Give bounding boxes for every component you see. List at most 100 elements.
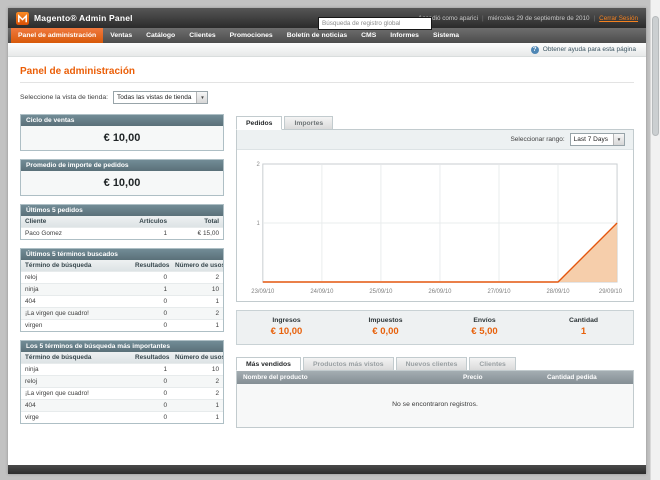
table-cell: 0 — [163, 298, 167, 305]
orders-chart: 1 2 23/09/10 24/09/10 25/09/10 26/09/10 27/09/… — [251, 162, 623, 295]
table-cell: 10 — [211, 366, 219, 373]
table-cell: 1 — [163, 286, 167, 293]
last-orders-table: Cliente Artículos Total Paco Gomez 1 € 15,00 — [21, 216, 223, 239]
help-link[interactable]: ? Obtener ayuda para esta página — [530, 45, 636, 54]
average-order-box: Promedio de importe de pedidos € 10,00 — [20, 159, 224, 196]
footer-bar — [8, 465, 646, 474]
svg-text:23/09/10: 23/09/10 — [251, 289, 275, 295]
svg-text:26/09/10: 26/09/10 — [428, 289, 452, 295]
section-title: Últimos 5 términos buscados — [21, 249, 223, 260]
nav-item-sistema[interactable]: Sistema — [426, 28, 466, 43]
stat-value: € 10,00 — [270, 326, 303, 337]
table-row[interactable]: virge 0 1 — [21, 411, 223, 423]
table-row[interactable]: ninja 1 10 — [21, 283, 223, 295]
magento-logo-icon — [16, 11, 29, 25]
separator: | — [593, 14, 596, 22]
table-row[interactable]: ninja 1 10 — [21, 363, 223, 375]
table-row[interactable]: reloj 0 2 — [21, 375, 223, 387]
chart-area: 1 2 23/09/10 24/09/10 25/09/10 26/09/10 27/09/… — [237, 150, 633, 301]
table-cell: 1 — [215, 402, 219, 409]
table-cell: 1 — [163, 230, 167, 237]
nav-item-informes[interactable]: Informes — [383, 28, 426, 43]
table-cell: 0 — [163, 390, 167, 397]
nav-item-ventas[interactable]: Ventas — [103, 28, 139, 43]
dashboard-sidebar: Ciclo de ventas € 10,00 Promedio de impo… — [20, 114, 224, 432]
tab-clientes[interactable]: Clientes — [469, 357, 516, 371]
range-select[interactable]: Last 7 Days ▼ — [569, 133, 625, 146]
help-icon: ? — [530, 45, 539, 54]
table-row[interactable]: reloj 0 2 — [21, 271, 223, 283]
stat-label: Cantidad — [568, 317, 599, 324]
logout-link[interactable]: Cerrar Sesión — [599, 15, 638, 22]
table-cell: virgen — [25, 322, 43, 329]
last-search-terms-box: Últimos 5 términos buscados Término de b… — [20, 248, 224, 332]
tab-pedidos[interactable]: Pedidos — [236, 116, 283, 130]
chart-panel: Seleccionar rango: Last 7 Days ▼ 1 2 23/09… — [236, 129, 634, 302]
top-header: Magento® Admin Panel Accedió como aparic… — [8, 8, 646, 30]
column-header: Número de usos — [175, 354, 223, 361]
svg-text:2: 2 — [257, 162, 261, 168]
top-search-terms-table: Término de búsqueda Resultados Número de u… — [21, 352, 223, 423]
table-cell: 2 — [215, 310, 219, 317]
table-cell: 0 — [163, 274, 167, 281]
chevron-down-icon: ▼ — [196, 92, 208, 103]
sales-cycle-value: € 10,00 — [21, 126, 223, 150]
stat-impuestos: Impuestos € 0,00 — [336, 317, 435, 337]
last-orders-box: Últimos 5 pedidos Cliente Artículos Total P… — [20, 204, 224, 240]
nav-item-promociones[interactable]: Promociones — [223, 28, 280, 43]
table-cell: 0 — [163, 378, 167, 385]
scrollbar-thumb[interactable] — [652, 16, 659, 136]
tab-mas-vendidos[interactable]: Más vendidos — [236, 357, 301, 371]
grid-empty-message: No se encontraron registros. — [237, 384, 633, 427]
table-row[interactable]: 404 0 1 — [21, 399, 223, 411]
nav-item-panel-de-administracion[interactable]: Panel de administración — [11, 28, 104, 43]
table-row[interactable]: virgen 0 1 — [21, 319, 223, 331]
table-cell: reloj — [25, 378, 38, 385]
nav-item-catalogo[interactable]: Catálogo — [139, 28, 182, 43]
dashboard-tabs: Pedidos Importes — [236, 114, 634, 130]
table-cell: ¡La virgen que cuadro! — [25, 390, 89, 397]
table-cell: ninja — [25, 286, 39, 293]
table-row[interactable]: Paco Gomez 1 € 15,00 — [21, 227, 223, 239]
grid-column-header: Cantidad pedida — [547, 374, 597, 381]
table-cell: ¡La virgen que cuadro! — [25, 310, 89, 317]
last-search-terms-table: Término de búsqueda Resultados Número de u… — [21, 260, 223, 331]
table-row[interactable]: 404 0 1 — [21, 295, 223, 307]
tab-productos-mas-vistos[interactable]: Productos más vistos — [302, 357, 394, 371]
table-cell: Paco Gomez — [25, 230, 62, 237]
table-cell: 2 — [215, 390, 219, 397]
column-header: Número de usos — [175, 262, 223, 269]
nav-item-boletin-de-noticias[interactable]: Boletín de noticias — [280, 28, 354, 43]
svg-text:29/09/10: 29/09/10 — [599, 289, 623, 295]
column-header: Resultados — [135, 354, 170, 361]
tab-nuevos-clientes[interactable]: Nuevos clientes — [395, 357, 468, 371]
chevron-down-icon: ▼ — [613, 134, 624, 145]
column-header: Resultados — [135, 262, 170, 269]
nav-item-cms[interactable]: CMS — [354, 28, 383, 43]
table-cell: 2 — [215, 378, 219, 385]
table-cell: 1 — [215, 298, 219, 305]
table-cell: 0 — [163, 310, 167, 317]
table-cell: 1 — [215, 414, 219, 421]
average-order-value: € 10,00 — [21, 171, 223, 195]
store-view-select[interactable]: Todas las vistas de tienda ▼ — [113, 91, 209, 104]
stat-envios: Envíos € 5,00 — [435, 317, 534, 337]
table-cell: 0 — [163, 414, 167, 421]
nav-item-clientes[interactable]: Clientes — [182, 28, 222, 43]
app-title: Magento® Admin Panel — [34, 13, 133, 23]
grid-column-header: Precio — [463, 374, 483, 381]
column-header: Artículos — [139, 218, 167, 225]
dashboard-main: Pedidos Importes Seleccionar rango: Last … — [236, 114, 634, 432]
scrollbar[interactable] — [650, 0, 660, 480]
grid-header: Nombre del producto Precio Cantidad pedida — [237, 371, 633, 384]
table-cell: 404 — [25, 402, 36, 409]
table-cell: € 15,00 — [197, 230, 219, 237]
table-header-row: Cliente Artículos Total — [21, 216, 223, 227]
tab-importes[interactable]: Importes — [284, 116, 334, 130]
global-search-input[interactable] — [318, 16, 432, 30]
table-row[interactable]: ¡La virgen que cuadro! 0 2 — [21, 387, 223, 399]
table-row[interactable]: ¡La virgen que cuadro! 0 2 — [21, 307, 223, 319]
stat-label: Impuestos — [368, 317, 403, 324]
range-row: Seleccionar rango: Last 7 Days ▼ — [237, 130, 633, 150]
table-cell: ninja — [25, 366, 39, 373]
